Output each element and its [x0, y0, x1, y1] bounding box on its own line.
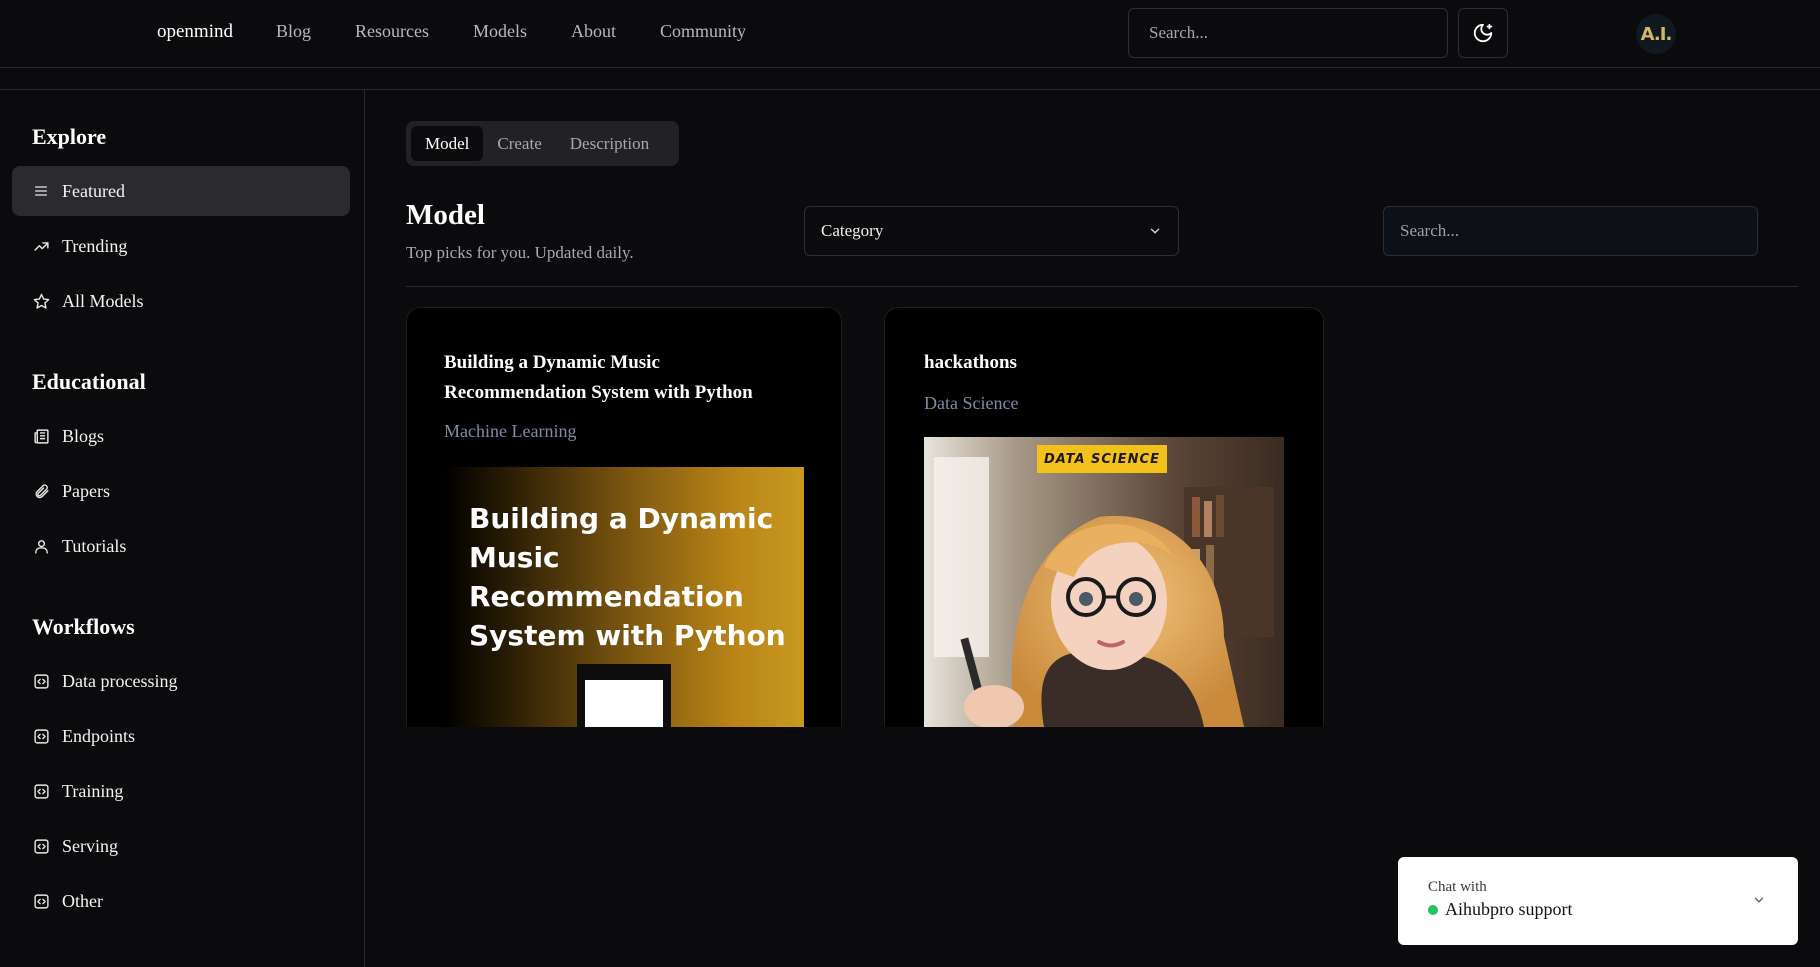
- tab-bar: Model Create Description: [406, 121, 679, 166]
- sidebar-item-trending[interactable]: Trending: [12, 221, 350, 271]
- chat-widget[interactable]: Chat with Aihubpro support: [1398, 857, 1798, 945]
- chevron-down-icon: [1148, 224, 1162, 238]
- brand-logo[interactable]: openmind: [157, 21, 233, 43]
- tab-create[interactable]: Create: [483, 126, 555, 161]
- chat-support-name: Aihubpro support: [1445, 899, 1573, 919]
- star-icon: [32, 292, 50, 310]
- code-square-icon: [32, 837, 50, 855]
- model-card[interactable]: hackathons Data Science DATA SCIENCE: [884, 307, 1324, 727]
- card-image: DATA SCIENCE: [924, 437, 1284, 727]
- model-search-input[interactable]: Search...: [1383, 206, 1758, 256]
- sidebar-item-featured[interactable]: Featured: [12, 166, 350, 216]
- newspaper-icon: [32, 427, 50, 445]
- sidebar-heading-educational: Educational: [32, 369, 146, 394]
- illustrated-girl-image: [924, 437, 1284, 727]
- sidebar-item-label: Training: [62, 780, 124, 801]
- card-title: hackathons: [924, 352, 1017, 373]
- user-icon: [32, 537, 50, 555]
- code-square-icon: [32, 672, 50, 690]
- sidebar: Explore Featured Trending All Models Edu…: [0, 90, 365, 967]
- model-card[interactable]: Building a Dynamic Music Recommendation …: [406, 307, 842, 727]
- header-search-input[interactable]: Search...: [1128, 8, 1448, 58]
- nav-link-blog[interactable]: Blog: [276, 21, 311, 42]
- card-image-text: Building a Dynamic Music Recommendation …: [469, 502, 786, 652]
- sidebar-item-blogs[interactable]: Blogs: [12, 411, 350, 461]
- code-square-icon: [32, 727, 50, 745]
- sidebar-item-tutorials[interactable]: Tutorials: [12, 521, 350, 571]
- tab-description[interactable]: Description: [556, 126, 663, 161]
- avatar[interactable]: A.I.: [1636, 14, 1676, 54]
- online-status-dot: [1428, 904, 1438, 915]
- sidebar-item-other[interactable]: Other: [12, 876, 350, 926]
- sidebar-item-serving[interactable]: Serving: [12, 821, 350, 871]
- category-select-label: Category: [821, 221, 884, 240]
- sidebar-item-label: Serving: [62, 835, 118, 856]
- nav-link-about[interactable]: About: [571, 21, 616, 42]
- card-image: Building a Dynamic Music Recommendation …: [444, 467, 804, 727]
- paperclip-icon: [32, 482, 50, 500]
- sidebar-item-label: Endpoints: [62, 725, 136, 746]
- sidebar-item-training[interactable]: Training: [12, 766, 350, 816]
- sidebar-item-label: Data processing: [62, 670, 178, 691]
- sidebar-item-data-processing[interactable]: Data processing: [12, 656, 350, 706]
- sidebar-item-label: Featured: [62, 180, 125, 201]
- page-title: Model: [406, 199, 485, 231]
- code-square-icon: [32, 782, 50, 800]
- sidebar-item-label: Other: [62, 890, 103, 911]
- chat-widget-caption: Chat with: [1428, 879, 1487, 895]
- nav-link-resources[interactable]: Resources: [355, 21, 429, 42]
- sidebar-item-endpoints[interactable]: Endpoints: [12, 711, 350, 761]
- sidebar-heading-explore: Explore: [32, 124, 107, 149]
- content-divider: [406, 286, 1798, 287]
- list-icon: [32, 182, 50, 200]
- card-title: Building a Dynamic Music Recommendation …: [444, 352, 753, 403]
- sidebar-item-label: Papers: [62, 480, 110, 501]
- device-illustration: [577, 664, 671, 727]
- moon-stars-icon: [1472, 22, 1494, 44]
- page-subtitle: Top picks for you. Updated daily.: [406, 243, 634, 262]
- chevron-down-icon[interactable]: [1752, 893, 1766, 907]
- main-nav: Blog Resources Models About Community: [276, 21, 790, 42]
- sidebar-item-label: Trending: [62, 235, 128, 256]
- sidebar-item-label: All Models: [62, 290, 144, 311]
- sidebar-item-label: Tutorials: [62, 535, 127, 556]
- nav-link-community[interactable]: Community: [660, 21, 746, 42]
- sidebar-heading-workflows: Workflows: [32, 614, 135, 639]
- trending-up-icon: [32, 237, 50, 255]
- sidebar-item-label: Blogs: [62, 425, 105, 446]
- nav-link-models[interactable]: Models: [473, 21, 527, 42]
- sidebar-item-all-models[interactable]: All Models: [12, 276, 350, 326]
- card-category: Machine Learning: [444, 421, 577, 441]
- theme-toggle-button[interactable]: [1458, 8, 1508, 58]
- category-select[interactable]: Category: [804, 206, 1179, 256]
- code-square-icon: [32, 892, 50, 910]
- sidebar-item-papers[interactable]: Papers: [12, 466, 350, 516]
- card-category: Data Science: [924, 393, 1019, 413]
- top-navbar: openmind Blog Resources Models About Com…: [0, 0, 1820, 68]
- category-badge: DATA SCIENCE: [1037, 445, 1167, 473]
- tab-model[interactable]: Model: [411, 126, 484, 161]
